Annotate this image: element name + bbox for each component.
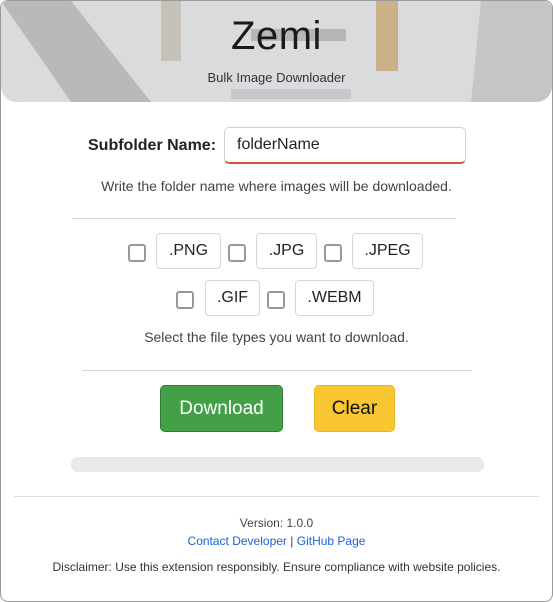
header-banner: Zemi Bulk Image Downloader bbox=[1, 1, 552, 102]
jpeg-checkbox[interactable] bbox=[324, 244, 342, 262]
file-type-row: .GIF .WEBM bbox=[1, 280, 552, 318]
webm-checkbox[interactable] bbox=[267, 291, 285, 309]
subfolder-input[interactable] bbox=[224, 127, 466, 164]
link-separator: | bbox=[290, 534, 294, 548]
download-progress-bar bbox=[71, 457, 484, 472]
gif-label: .GIF bbox=[205, 280, 260, 316]
contact-developer-link[interactable]: Contact Developer bbox=[188, 534, 287, 548]
jpg-checkbox[interactable] bbox=[228, 244, 246, 262]
footer-divider bbox=[14, 496, 539, 497]
download-button[interactable]: Download bbox=[160, 385, 283, 432]
divider bbox=[82, 370, 472, 371]
disclaimer-text: Disclaimer: Use this extension responsib… bbox=[52, 560, 501, 574]
png-checkbox[interactable] bbox=[128, 244, 146, 262]
app-subtitle: Bulk Image Downloader bbox=[207, 70, 346, 85]
subfolder-row: Subfolder Name: bbox=[1, 127, 552, 165]
png-label: .PNG bbox=[156, 233, 221, 269]
file-type-row: .PNG .JPG .JPEG bbox=[1, 233, 552, 271]
divider bbox=[72, 218, 456, 219]
app-title: Zemi bbox=[231, 14, 322, 58]
gif-checkbox[interactable] bbox=[176, 291, 194, 309]
github-page-link[interactable]: GitHub Page bbox=[297, 534, 366, 548]
file-types-help-text: Select the file types you want to downlo… bbox=[144, 329, 409, 345]
subfolder-label: Subfolder Name: bbox=[88, 137, 217, 154]
clear-button[interactable]: Clear bbox=[314, 385, 395, 432]
jpeg-label: .JPEG bbox=[352, 233, 423, 269]
version-text: Version: 1.0.0 bbox=[239, 516, 314, 530]
webm-label: .WEBM bbox=[295, 280, 374, 316]
footer-links: Contact Developer | GitHub Page bbox=[1, 534, 552, 548]
subfolder-help-text: Write the folder name where images will … bbox=[101, 178, 452, 194]
jpg-label: .JPG bbox=[256, 233, 317, 269]
